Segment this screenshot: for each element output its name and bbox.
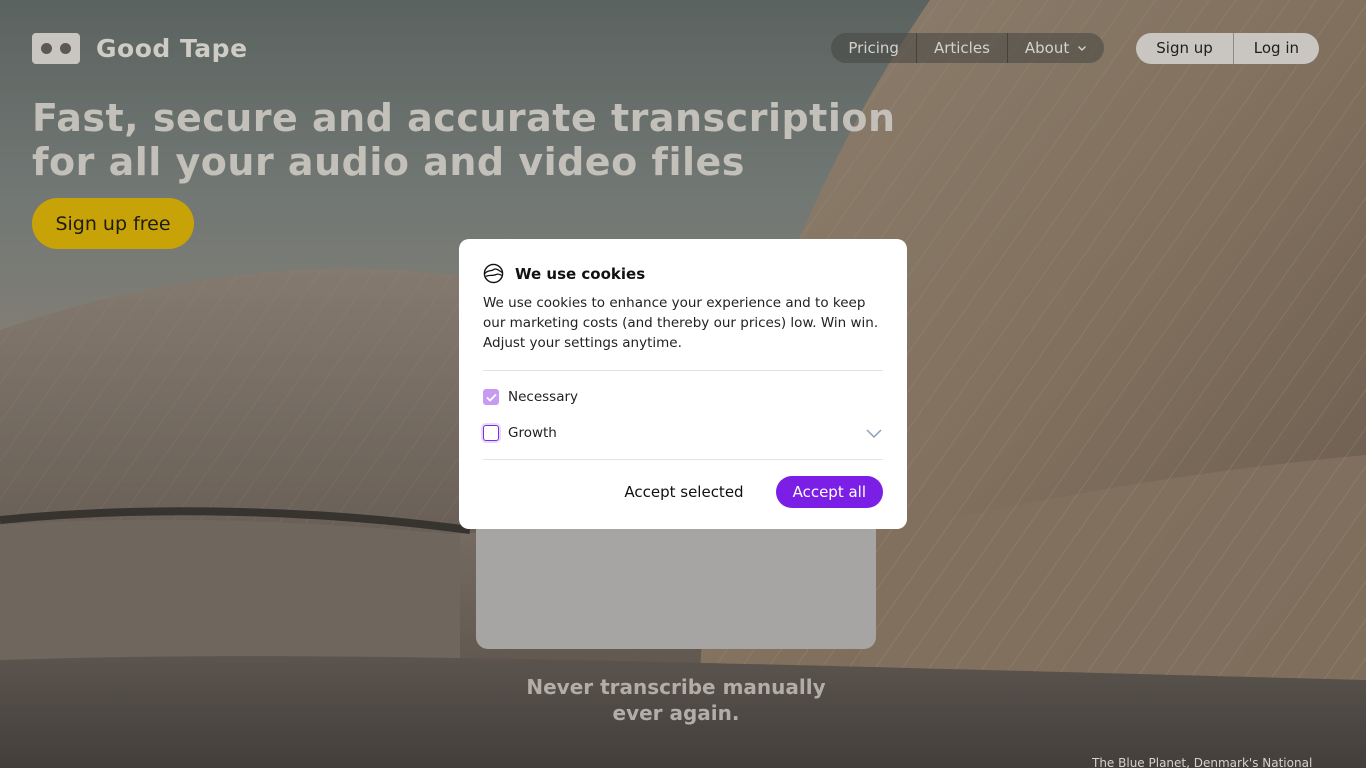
nav-item-about[interactable]: About bbox=[1008, 33, 1104, 63]
cookie-icon bbox=[483, 263, 504, 284]
cookie-consent-dialog: We use cookies We use cookies to enhance… bbox=[459, 239, 907, 529]
nav-item-label: About bbox=[1024, 39, 1070, 57]
nav-item-pricing[interactable]: Pricing bbox=[831, 33, 917, 63]
check-icon bbox=[485, 393, 497, 402]
tape-logo-icon bbox=[32, 32, 80, 64]
cookie-option-growth[interactable]: Growth bbox=[483, 423, 883, 443]
upload-card bbox=[476, 520, 876, 649]
signup-free-button[interactable]: Sign up free bbox=[32, 198, 194, 249]
chevron-down-icon bbox=[1078, 46, 1087, 51]
brand-name: Good Tape bbox=[96, 33, 248, 63]
option-label: Growth bbox=[508, 425, 557, 441]
growth-checkbox[interactable] bbox=[483, 425, 499, 441]
option-label: Necessary bbox=[508, 389, 579, 405]
dialog-actions: Accept selected Accept all bbox=[483, 476, 883, 508]
dialog-header: We use cookies bbox=[483, 263, 883, 284]
photo-caption: The Blue Planet, Denmark's National bbox=[1092, 756, 1313, 768]
cookie-option-necessary[interactable]: Necessary bbox=[483, 387, 883, 407]
tagline-line-1: Never transcribe manually bbox=[526, 675, 826, 699]
login-button[interactable]: Log in bbox=[1234, 33, 1319, 64]
brand-logo[interactable]: Good Tape bbox=[32, 32, 248, 64]
divider bbox=[483, 459, 883, 460]
dialog-description: We use cookies to enhance your experienc… bbox=[483, 295, 879, 351]
accept-all-button[interactable]: Accept all bbox=[775, 476, 883, 508]
hero-title: Fast, secure and accurate transcription … bbox=[32, 96, 992, 184]
hero-tagline: Never transcribe manually ever again. bbox=[476, 674, 876, 726]
hero-title-line-2: for all your audio and video files bbox=[32, 140, 745, 184]
accept-selected-button[interactable]: Accept selected bbox=[624, 483, 743, 501]
site-header: Good Tape Pricing Articles About Sign up… bbox=[32, 32, 1319, 64]
main-nav: Pricing Articles About bbox=[831, 33, 1105, 63]
nav-item-label: Pricing bbox=[848, 39, 899, 57]
divider bbox=[483, 370, 883, 371]
nav-item-label: Articles bbox=[933, 39, 990, 57]
tagline-line-2: ever again. bbox=[612, 701, 740, 725]
dialog-title: We use cookies bbox=[515, 264, 646, 283]
hero-title-line-1: Fast, secure and accurate transcription bbox=[32, 96, 896, 140]
necessary-checkbox[interactable] bbox=[483, 389, 499, 405]
chevron-down-icon[interactable] bbox=[865, 427, 883, 439]
signup-button[interactable]: Sign up bbox=[1136, 32, 1234, 64]
auth-buttons: Sign up Log in bbox=[1136, 32, 1319, 64]
nav-item-articles[interactable]: Articles bbox=[917, 33, 1008, 63]
